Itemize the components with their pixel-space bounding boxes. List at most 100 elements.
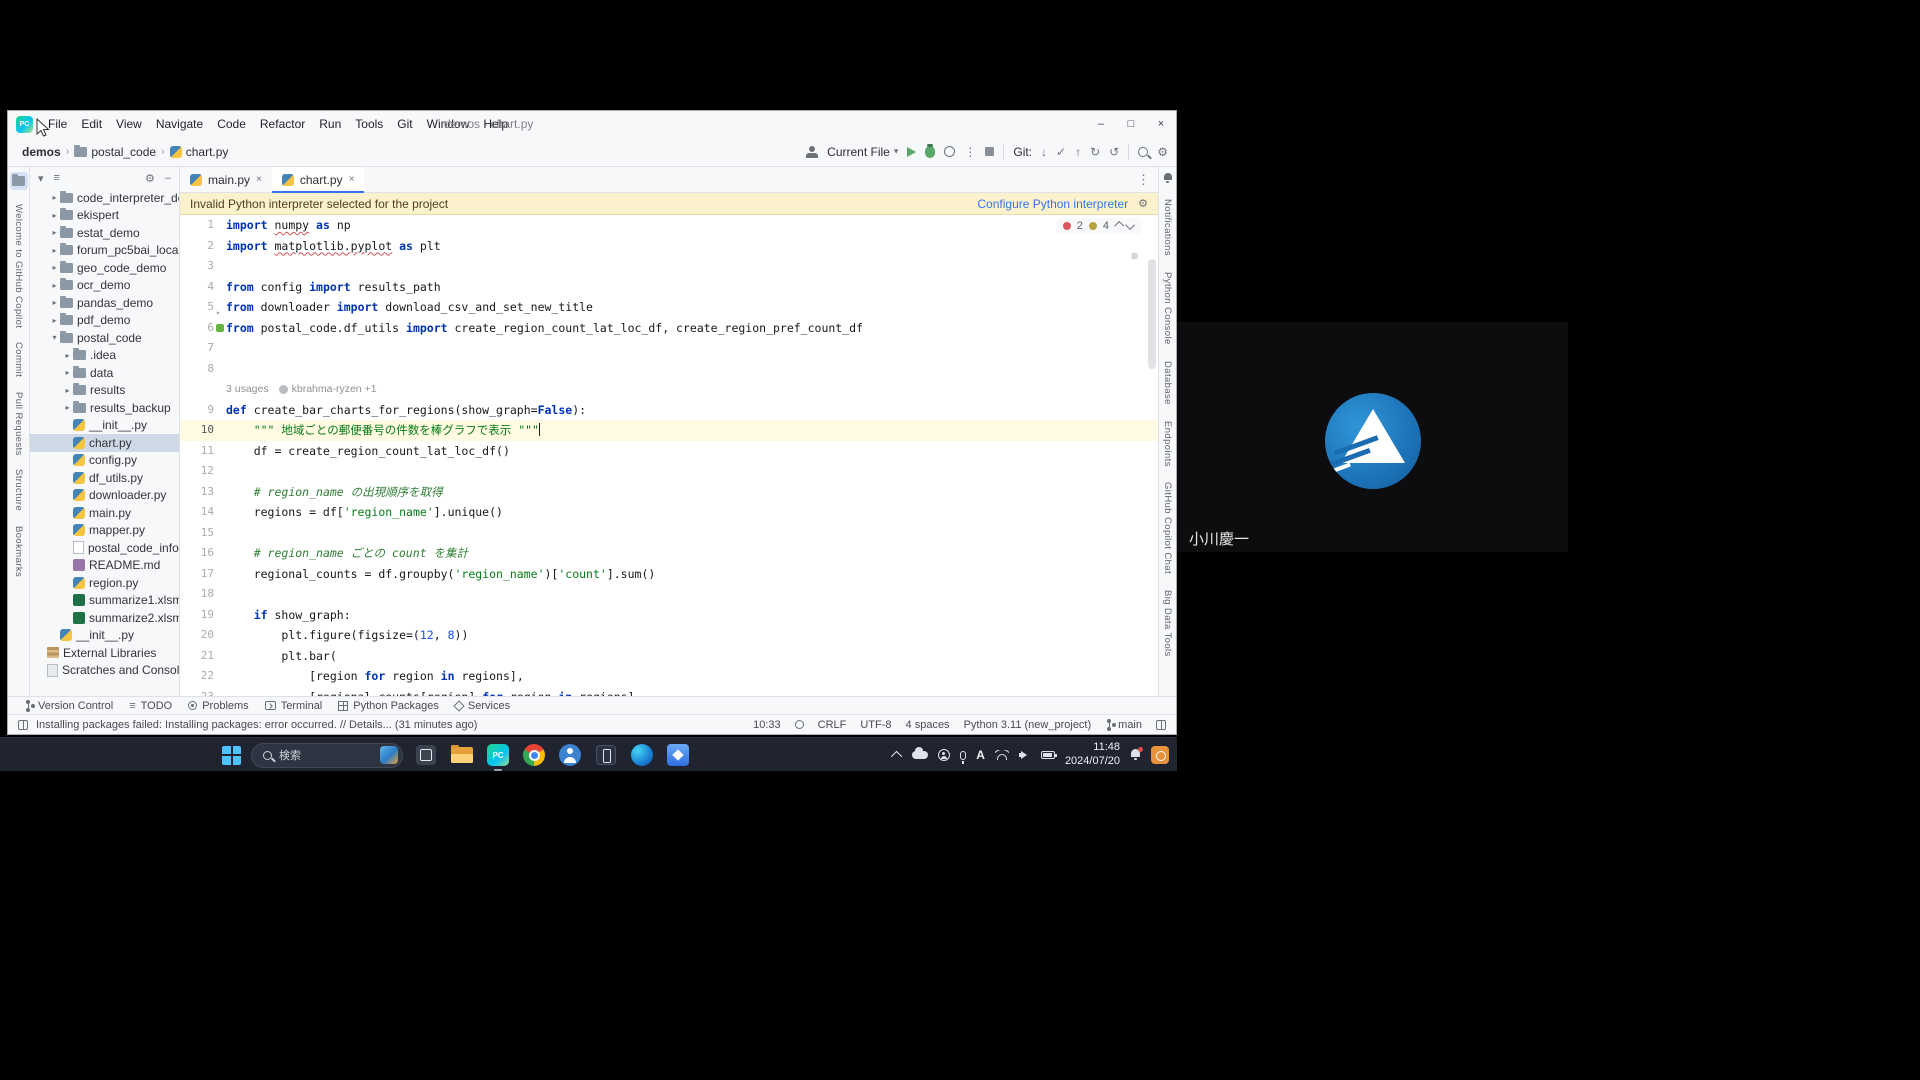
tab-main-py[interactable]: main.py×: [180, 167, 272, 192]
code-line-20[interactable]: 20 plt.figure(figsize=(12, 8)): [180, 625, 1158, 646]
code-line-text[interactable]: from downloader import download_csv_and_…: [226, 297, 593, 318]
line-number[interactable]: 5: [180, 297, 214, 318]
code-line-19[interactable]: 19 if show_graph:: [180, 605, 1158, 626]
sidebar-item-notifications[interactable]: Notifications: [1162, 199, 1173, 256]
tree-item-__init__-py[interactable]: __init__.py: [30, 417, 179, 435]
tool-window-terminal[interactable]: Terminal: [257, 697, 331, 714]
tree-item-External-Libraries[interactable]: External Libraries: [30, 644, 179, 662]
code-line-text[interactable]: """ 地域ごとの郵便番号の件数を棒グラフで表示 """: [226, 420, 540, 441]
inspections-widget[interactable]: 2 4: [1056, 218, 1142, 234]
breadcrumb-item-demos[interactable]: demos: [22, 145, 61, 159]
layout-icon[interactable]: [18, 720, 28, 730]
status-file-encoding[interactable]: UTF-8: [860, 719, 891, 731]
sidebar-item-python-console[interactable]: Python Console: [1162, 272, 1173, 345]
banner-settings-icon[interactable]: ⚙: [1138, 197, 1148, 210]
line-number[interactable]: 19: [180, 605, 214, 626]
tree-chevron-icon[interactable]: ▸: [49, 246, 60, 255]
taskbar-app-store[interactable]: [665, 742, 691, 768]
status-message[interactable]: Installing packages failed: Installing p…: [36, 719, 477, 731]
status-column-mode-icon[interactable]: [1156, 720, 1166, 730]
code-line-text[interactable]: def create_bar_charts_for_regions(show_g…: [226, 400, 586, 421]
tree-item-df_utils-py[interactable]: df_utils.py: [30, 469, 179, 487]
status-python-interpreter[interactable]: Python 3.11 (new_project): [964, 719, 1092, 731]
hide-panel-icon[interactable]: –: [165, 172, 171, 184]
tree-item-main-py[interactable]: main.py: [30, 504, 179, 522]
tree-item-__init__-py[interactable]: __init__.py: [30, 627, 179, 645]
code-line-11[interactable]: 11 df = create_region_count_lat_loc_df(): [180, 441, 1158, 462]
more-run-options-icon[interactable]: ⋮: [964, 146, 976, 158]
tree-item-postal_code[interactable]: ▾postal_code: [30, 329, 179, 347]
line-number[interactable]: 11: [180, 441, 214, 462]
menu-git[interactable]: Git: [390, 115, 419, 133]
code-line-text[interactable]: if show_graph:: [226, 605, 351, 626]
sidebar-item-big-data-tools[interactable]: Big Data Tools: [1162, 590, 1173, 657]
code-line-5[interactable]: 5▸from downloader import download_csv_an…: [180, 297, 1158, 318]
tool-window-version-control[interactable]: Version Control: [16, 697, 121, 714]
status-git-branch[interactable]: main: [1105, 719, 1142, 731]
code-inlay-hint[interactable]: 3 usageskbrahma-ryzen +1: [180, 379, 1158, 400]
git-commit-button[interactable]: ✓: [1056, 146, 1066, 158]
menu-run[interactable]: Run: [312, 115, 348, 133]
sidebar-item-database[interactable]: Database: [1162, 361, 1173, 405]
code-line-16[interactable]: 16 # region_name ごとの count を集計: [180, 543, 1158, 564]
minimize-button[interactable]: –: [1086, 111, 1116, 137]
menu-edit[interactable]: Edit: [74, 115, 109, 133]
cloud-icon[interactable]: [912, 751, 928, 759]
project-settings-icon[interactable]: ⚙: [145, 172, 155, 185]
git-history-button[interactable]: ↻: [1090, 146, 1100, 158]
sidebar-item-structure[interactable]: Structure: [13, 469, 24, 511]
tree-chevron-icon[interactable]: ▸: [62, 368, 73, 377]
line-number[interactable]: 22: [180, 666, 214, 687]
menu-navigate[interactable]: Navigate: [149, 115, 210, 133]
configure-interpreter-link[interactable]: Configure Python interpreter: [977, 197, 1128, 211]
line-number[interactable]: 21: [180, 646, 214, 667]
tree-item-forum_pc5bai_local_[interactable]: ▸forum_pc5bai_local_: [30, 242, 179, 260]
code-line-text[interactable]: import matplotlib.pyplot as plt: [226, 236, 441, 257]
code-line-text[interactable]: regional_counts = df.groupby('region_nam…: [226, 564, 655, 585]
sidebar-item-bookmarks[interactable]: Bookmarks: [13, 526, 24, 577]
taskbar-app-people[interactable]: [557, 742, 583, 768]
tree-item-geo_code_demo[interactable]: ▸geo_code_demo: [30, 259, 179, 277]
tree-item-chart-py[interactable]: chart.py: [30, 434, 179, 452]
code-line-10[interactable]: 10 """ 地域ごとの郵便番号の件数を棒グラフで表示 """: [180, 420, 1158, 441]
sidebar-item-commit[interactable]: Commit: [13, 342, 24, 377]
tree-item-results_backup[interactable]: ▸results_backup: [30, 399, 179, 417]
line-number[interactable]: 18: [180, 584, 214, 605]
line-number[interactable]: 10: [180, 420, 214, 441]
editor-scrollbar[interactable]: [1148, 259, 1156, 369]
settings-button[interactable]: ⚙: [1157, 146, 1168, 158]
mic-icon[interactable]: [960, 751, 966, 760]
code-editor[interactable]: 1import numpy as np2import matplotlib.py…: [180, 215, 1158, 696]
code-line-6[interactable]: 6from postal_code.df_utils import create…: [180, 318, 1158, 339]
previous-problem-icon[interactable]: [1114, 220, 1124, 230]
code-line-8[interactable]: 8: [180, 359, 1158, 380]
status-read-only-icon[interactable]: [795, 720, 804, 729]
tree-item-postal_code_info[interactable]: postal_code_info: [30, 539, 179, 557]
code-line-22[interactable]: 22 [region for region in regions],: [180, 666, 1158, 687]
project-view-selector-icon[interactable]: ▾: [38, 172, 44, 185]
code-line-4[interactable]: 4from config import results_path: [180, 277, 1158, 298]
tree-item-downloader-py[interactable]: downloader.py: [30, 487, 179, 505]
tree-item-ekispert[interactable]: ▸ekispert: [30, 207, 179, 225]
tree-item-data[interactable]: ▸data: [30, 364, 179, 382]
code-line-text[interactable]: from config import results_path: [226, 277, 441, 298]
notifications-bell-icon[interactable]: [1163, 173, 1173, 183]
close-tab-icon[interactable]: ×: [349, 174, 355, 185]
menu-refactor[interactable]: Refactor: [253, 115, 312, 133]
code-with-me-icon[interactable]: [806, 146, 818, 158]
breadcrumb-item-chart.py[interactable]: chart.py: [170, 145, 229, 159]
taskbar-search[interactable]: 検索: [251, 743, 403, 768]
line-number[interactable]: 8: [180, 359, 214, 380]
code-line-7[interactable]: 7: [180, 338, 1158, 359]
line-number[interactable]: 2: [180, 236, 214, 257]
taskbar-app-phone[interactable]: [593, 742, 619, 768]
tree-chevron-icon[interactable]: ▸: [49, 316, 60, 325]
tree-item-README-md[interactable]: README.md: [30, 557, 179, 575]
tree-item-summarize1-xlsm[interactable]: summarize1.xlsm: [30, 592, 179, 610]
tree-item-code_interpreter_der[interactable]: ▸code_interpreter_der: [30, 189, 179, 207]
taskbar-app-chrome[interactable]: [521, 742, 547, 768]
tree-item-config-py[interactable]: config.py: [30, 452, 179, 470]
tree-chevron-icon[interactable]: ▾: [49, 333, 60, 342]
code-line-14[interactable]: 14 regions = df['region_name'].unique(): [180, 502, 1158, 523]
tree-chevron-icon[interactable]: ▸: [49, 298, 60, 307]
